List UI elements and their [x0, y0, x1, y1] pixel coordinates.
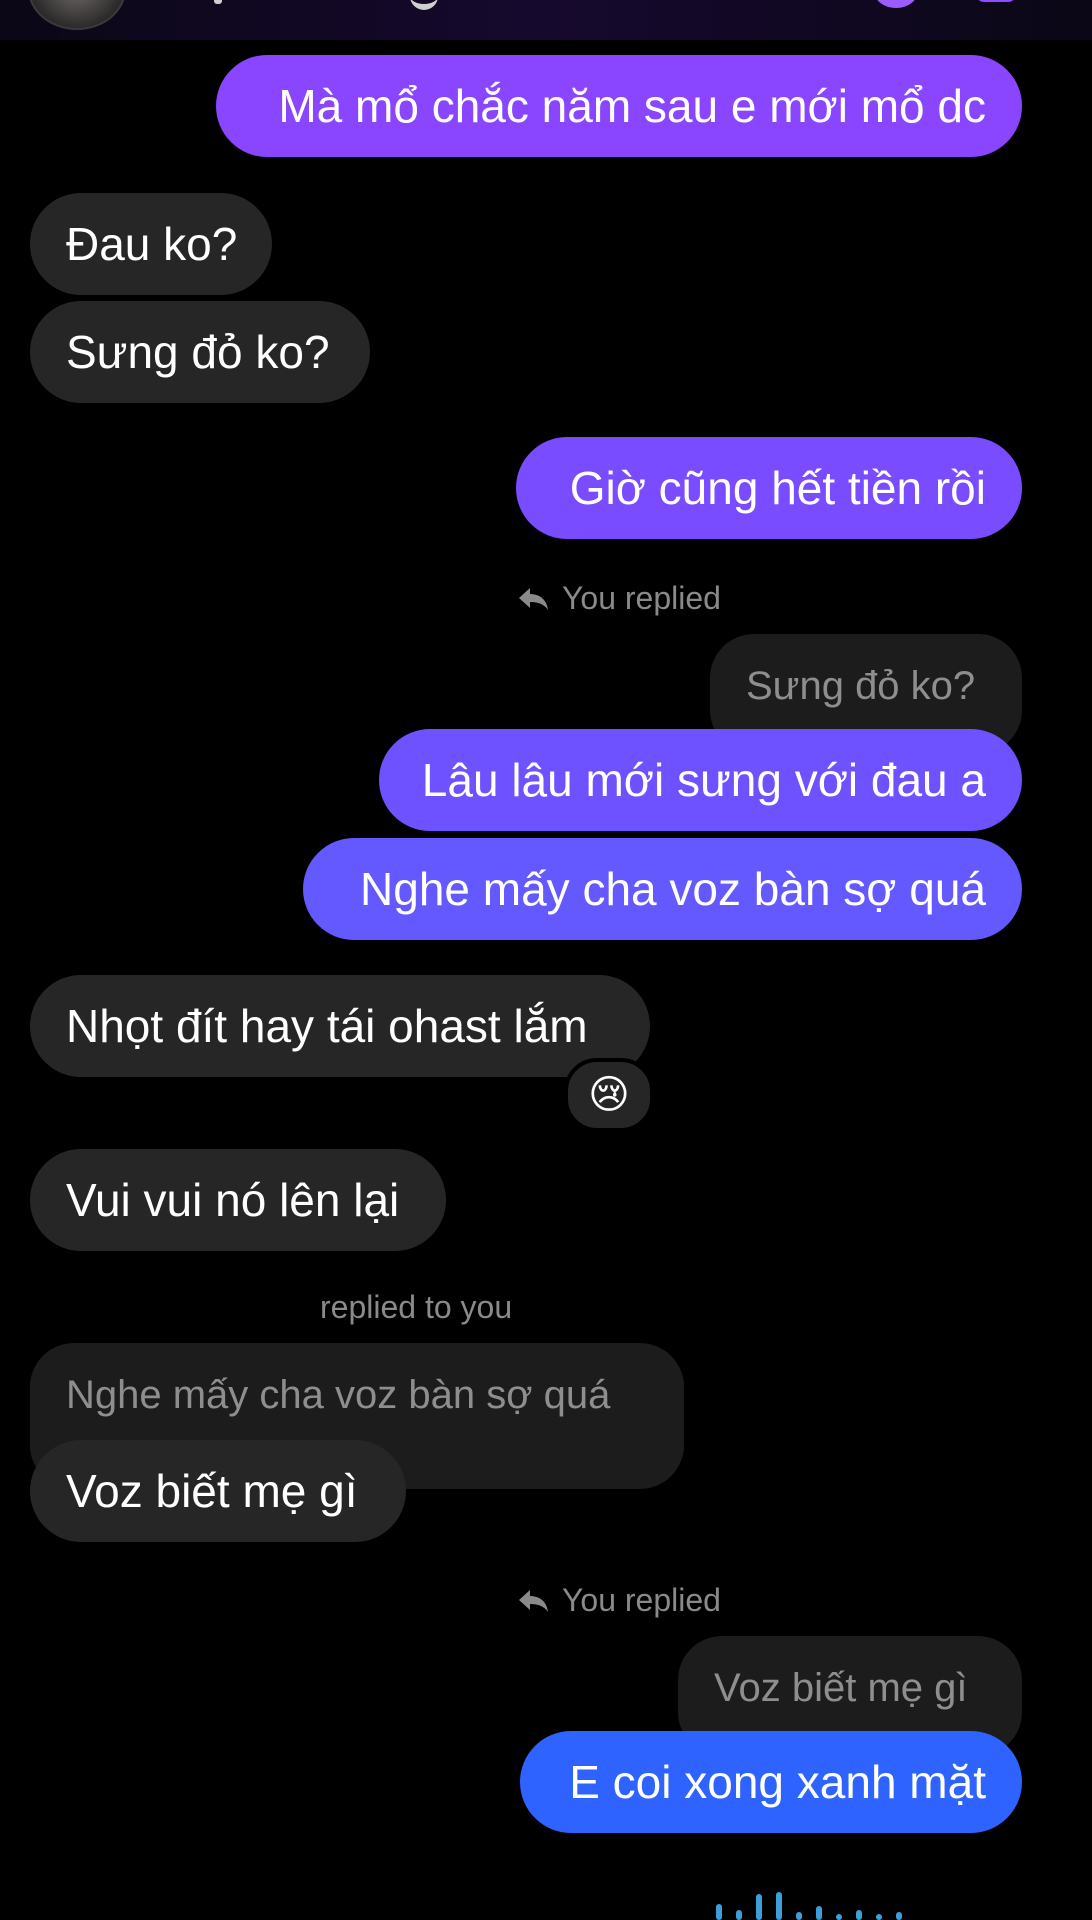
message-sent-1[interactable]: Mà mổ chắc năm sau e mới mổ dc [216, 55, 1022, 157]
contact-avatar[interactable] [28, 0, 126, 30]
reply-label-text: You replied [562, 580, 721, 616]
reply-label-text: You replied [562, 1582, 721, 1618]
reply-context-label: You replied [516, 580, 721, 617]
chat-header [0, 0, 1092, 40]
voice-message-waveform[interactable] [716, 1892, 902, 1920]
message-received-4[interactable]: Vui vui nó lên lại [30, 1149, 446, 1251]
message-received-2[interactable]: Sưng đỏ ko? [30, 301, 370, 403]
message-sent-5[interactable]: E coi xong xanh mặt [520, 1731, 1022, 1833]
message-sent-2[interactable]: Giờ cũng hết tiền rồi [516, 437, 1022, 539]
crying-reaction-icon[interactable]: 😢 [564, 1058, 654, 1132]
reply-context-label: You replied [516, 1582, 721, 1619]
video-call-icon[interactable] [976, 0, 1016, 2]
call-icon[interactable] [874, 0, 918, 8]
message-received-3[interactable]: Nhọt đít hay tái ohast lắm [30, 975, 650, 1077]
reply-context-label: replied to you [320, 1289, 513, 1325]
reply-arrow-icon [519, 1590, 548, 1612]
message-sent-3[interactable]: Lâu lâu mới sưng với đau a [379, 729, 1022, 831]
message-sent-4[interactable]: Nghe mấy cha voz bàn sợ quá [303, 838, 1022, 940]
reply-arrow-icon [519, 588, 548, 610]
contact-name-fragment [214, 0, 222, 4]
message-received-5[interactable]: Voz biết mẹ gì [30, 1440, 406, 1542]
message-received-1[interactable]: Đau ko? [30, 193, 272, 295]
contact-name-fragment [410, 0, 438, 10]
